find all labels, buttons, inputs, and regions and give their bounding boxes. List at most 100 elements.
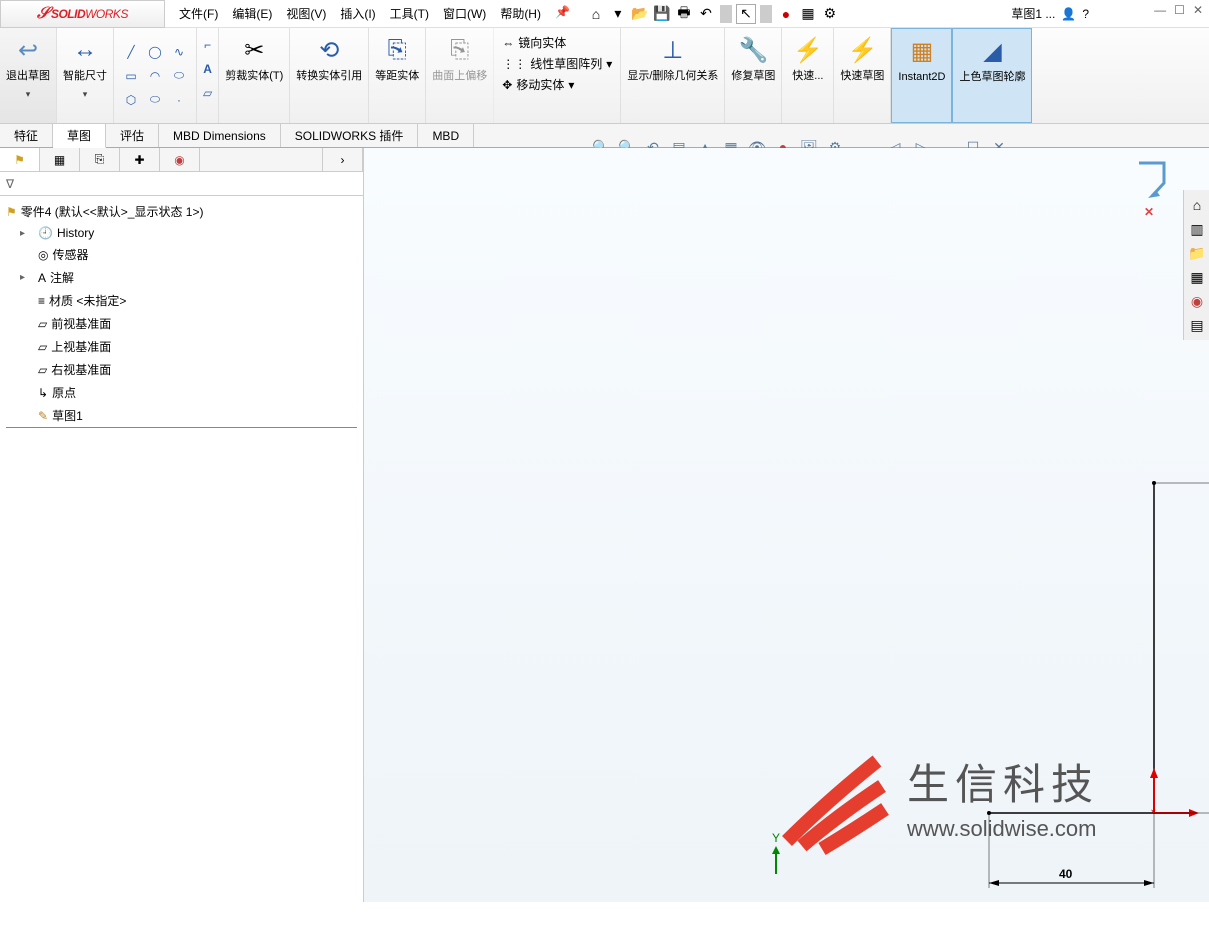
sketch-tools-grid: ╱◯∿ ▭◠⬭ ⬡⬭· xyxy=(114,28,197,123)
dimxpert-tab-icon[interactable]: ✚ xyxy=(120,148,160,171)
offset-button[interactable]: ⎘ 等距实体 xyxy=(369,28,426,123)
undo-icon[interactable]: ↶ xyxy=(696,4,716,24)
minimize-button[interactable]: — xyxy=(1154,3,1166,17)
instant2d-button[interactable]: ▦ Instant2D xyxy=(891,28,952,123)
menu-window[interactable]: 窗口(W) xyxy=(437,1,492,26)
file-explorer-tab-icon[interactable]: 📁 xyxy=(1186,242,1208,264)
close-button[interactable]: ✕ xyxy=(1193,3,1203,17)
smart-dimension-button[interactable]: ↔ 智能尺寸 ▾ xyxy=(57,28,114,123)
property-tab-icon[interactable]: ▦ xyxy=(40,148,80,171)
custom-props-tab-icon[interactable]: ▤ xyxy=(1186,314,1208,336)
plane-tool-icon[interactable]: ▱ xyxy=(203,86,212,100)
help-icon[interactable]: ? xyxy=(1082,7,1089,21)
graphics-area[interactable]: * 80 40 ✕ Y xyxy=(364,148,1209,902)
save-icon[interactable]: 💾 xyxy=(652,4,672,24)
convert-button[interactable]: ⟲ 转换实体引用 xyxy=(290,28,369,123)
shaded-sketch-button[interactable]: ◢ 上色草图轮廓 xyxy=(952,28,1032,123)
line-tool-icon[interactable]: ╱ xyxy=(120,45,142,59)
circle-tool-icon[interactable]: ◯ xyxy=(144,45,166,59)
tab-features[interactable]: 特征 xyxy=(0,124,53,147)
menu-edit[interactable]: 编辑(E) xyxy=(226,1,278,26)
tree-filter[interactable]: ∇ xyxy=(0,172,363,196)
mirror-button[interactable]: ⇔镜向实体 xyxy=(502,34,566,51)
offset-icon: ⎘ xyxy=(388,32,407,68)
arc-tool-icon[interactable]: ◠ xyxy=(144,69,166,83)
document-title[interactable]: 草图1 ... xyxy=(1011,5,1055,22)
resources-tab-icon[interactable]: ⌂ xyxy=(1186,194,1208,216)
select-icon[interactable]: ↖ xyxy=(736,4,756,24)
tree-root[interactable]: ⚑零件4 (默认<<默认>_显示状态 1>) xyxy=(6,200,357,223)
horizontal-dimension[interactable]: 40 xyxy=(1059,867,1073,881)
tree-right-plane[interactable]: ▱右视基准面 xyxy=(6,358,357,381)
rapid-button[interactable]: ⚡ 快速... xyxy=(782,28,834,123)
menu-file[interactable]: 文件(F) xyxy=(173,1,224,26)
trim-button[interactable]: ✂ 剪裁实体(T) xyxy=(219,28,290,123)
open-icon[interactable]: 📂 xyxy=(630,4,650,24)
move-entity-button[interactable]: ✥移动实体▾ xyxy=(502,76,574,93)
relations-icon: ⊥ xyxy=(662,32,683,68)
panel-expand-icon[interactable]: › xyxy=(323,148,363,171)
main-menu: 文件(F) 编辑(E) 视图(V) 插入(I) 工具(T) 窗口(W) 帮助(H… xyxy=(173,1,576,26)
tab-sketch[interactable]: 草图 xyxy=(53,124,106,148)
tab-mbd-dim[interactable]: MBD Dimensions xyxy=(159,124,281,147)
ellipse-tool-icon[interactable]: ⬭ xyxy=(168,68,190,83)
expand-icon[interactable]: ▸ xyxy=(20,272,34,283)
annotation-icon: A xyxy=(38,271,46,285)
gear-icon[interactable]: ⚙ xyxy=(820,4,840,24)
watermark: 生信科技 www.solidwise.com xyxy=(907,751,1099,842)
spline-tool-icon[interactable]: ∿ xyxy=(168,45,190,59)
view-palette-tab-icon[interactable]: ▦ xyxy=(1186,266,1208,288)
history-icon: 🕘 xyxy=(38,226,53,240)
fillet-tool-icon[interactable]: ⌐ xyxy=(204,38,211,52)
tree-history[interactable]: ▸🕘History xyxy=(6,223,357,243)
confirm-sketch-icon[interactable] xyxy=(1139,163,1164,196)
tree-material[interactable]: ≡材质 <未指定> xyxy=(6,289,357,312)
tree-origin[interactable]: ↳原点 xyxy=(6,381,357,404)
tab-addins[interactable]: SOLIDWORKS 插件 xyxy=(281,124,419,147)
rect-tool-icon[interactable]: ▭ xyxy=(120,69,142,83)
linear-pattern-button[interactable]: ⋮⋮线性草图阵列▾ xyxy=(502,55,612,72)
surface-offset-button[interactable]: ⎘ 曲面上偏移 xyxy=(426,28,494,123)
exit-sketch-button[interactable]: ↩ 退出草图 ▾ xyxy=(0,28,57,123)
maximize-button[interactable]: ☐ xyxy=(1174,3,1185,17)
menu-insert[interactable]: 插入(I) xyxy=(334,1,381,26)
options-icon[interactable]: ▦ xyxy=(798,4,818,24)
rebuild-icon[interactable]: ● xyxy=(776,4,796,24)
plane-icon: ▱ xyxy=(38,340,47,354)
display-relations-button[interactable]: ⊥ 显示/删除几何关系 xyxy=(621,28,725,123)
user-icon[interactable]: 👤 xyxy=(1061,7,1076,21)
tree-sensors[interactable]: ◎传感器 xyxy=(6,243,357,266)
print-icon[interactable]: 🖶 xyxy=(674,4,694,24)
exit-sketch-icon: ↩ xyxy=(18,32,38,68)
display-tab-icon[interactable]: ◉ xyxy=(160,148,200,171)
feature-tree-tab-icon[interactable]: ⚑ xyxy=(0,148,40,171)
text-tool-icon[interactable]: A xyxy=(203,62,212,76)
tree-sketch1[interactable]: ✎草图1 xyxy=(6,404,357,428)
new-icon[interactable]: ▾ xyxy=(608,4,628,24)
tree-annotations[interactable]: ▸A注解 xyxy=(6,266,357,289)
pattern-group: ⇔镜向实体 ⋮⋮线性草图阵列▾ ✥移动实体▾ xyxy=(494,28,621,123)
repair-sketch-button[interactable]: 🔧 修复草图 xyxy=(725,28,782,123)
config-tab-icon[interactable]: ⎘ xyxy=(80,148,120,171)
document-title-area: 草图1 ... 👤 ? xyxy=(1011,5,1089,22)
menu-tools[interactable]: 工具(T) xyxy=(384,1,435,26)
menu-view[interactable]: 视图(V) xyxy=(280,1,332,26)
tree-front-plane[interactable]: ▱前视基准面 xyxy=(6,312,357,335)
rapid-sketch-button[interactable]: ⚡ 快速草图 xyxy=(834,28,891,123)
point-tool-icon[interactable]: · xyxy=(168,93,190,107)
polygon-tool-icon[interactable]: ⬡ xyxy=(120,93,142,107)
slot-tool-icon[interactable]: ⬭ xyxy=(144,92,166,107)
separator xyxy=(760,5,772,23)
tab-mbd[interactable]: MBD xyxy=(418,124,474,147)
confirmation-corner: ✕ xyxy=(1134,158,1174,218)
home-icon[interactable]: ⌂ xyxy=(586,4,606,24)
expand-icon[interactable]: ▸ xyxy=(20,228,34,239)
design-lib-tab-icon[interactable]: ▥ xyxy=(1186,218,1208,240)
cancel-sketch-icon[interactable]: ✕ xyxy=(1144,205,1154,219)
menubar: 𝒮 SOLIDWORKS 文件(F) 编辑(E) 视图(V) 插入(I) 工具(… xyxy=(0,0,1209,28)
pin-icon[interactable]: 📌 xyxy=(549,1,576,26)
tree-top-plane[interactable]: ▱上视基准面 xyxy=(6,335,357,358)
menu-help[interactable]: 帮助(H) xyxy=(494,1,547,26)
tab-evaluate[interactable]: 评估 xyxy=(106,124,159,147)
appearances-tab-icon[interactable]: ◉ xyxy=(1186,290,1208,312)
